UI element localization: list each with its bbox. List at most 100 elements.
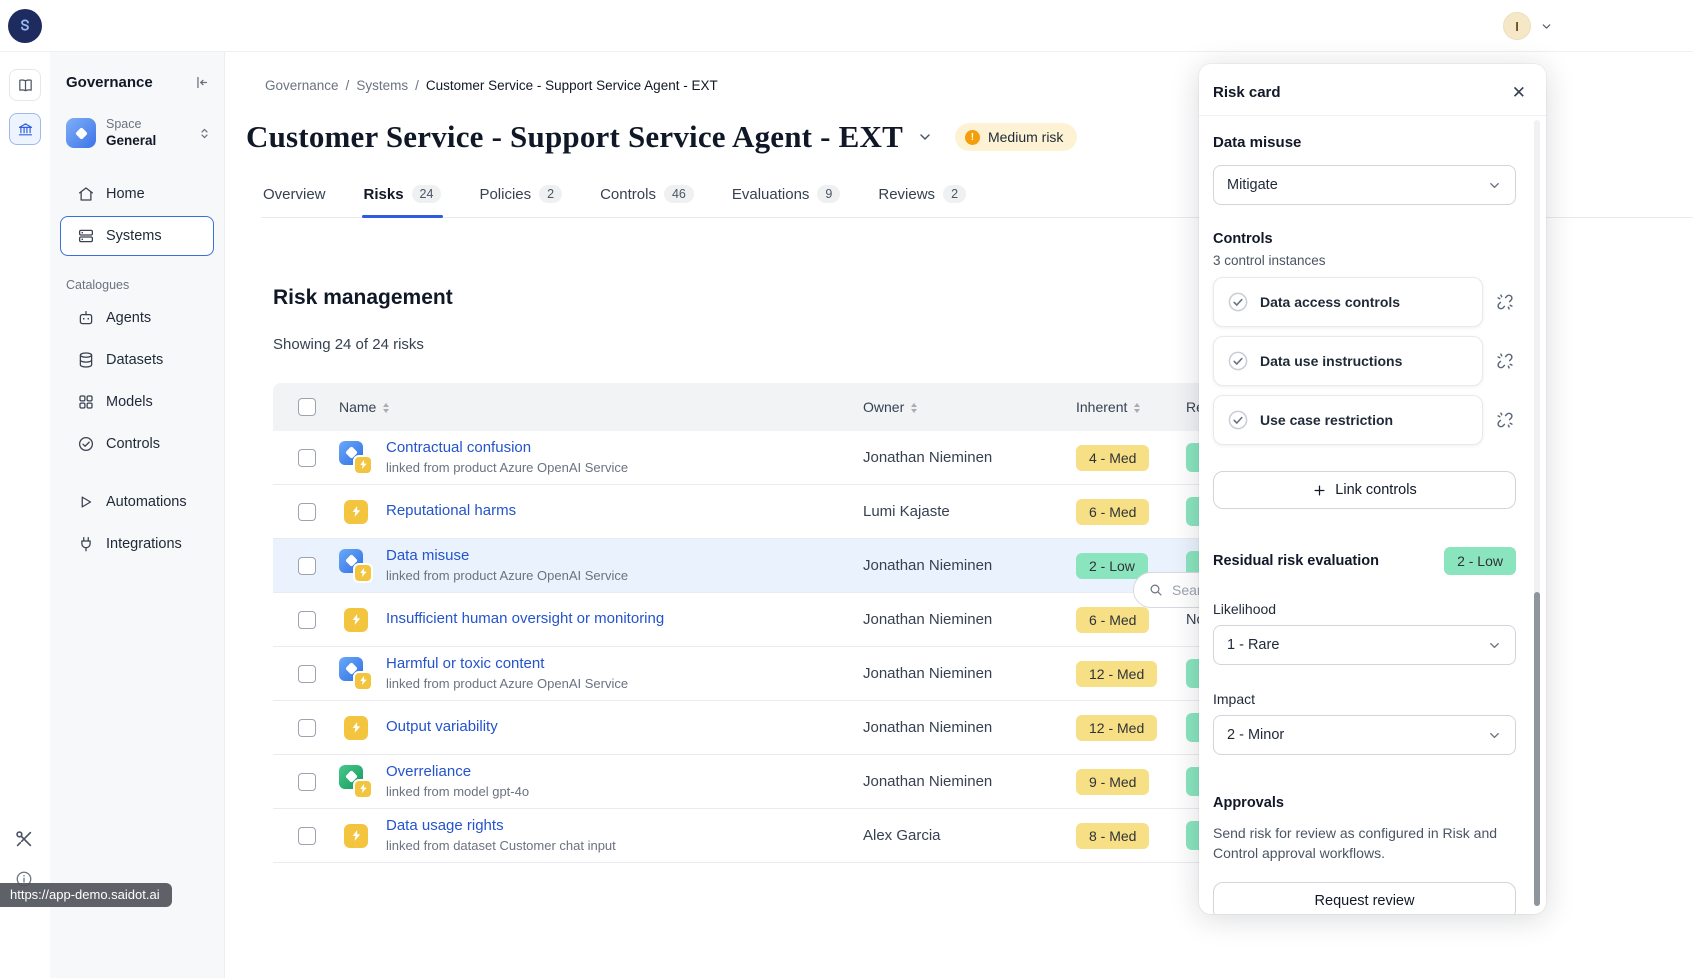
tab-evaluations[interactable]: Evaluations 9 xyxy=(730,179,843,217)
collapse-sidebar-icon[interactable] xyxy=(193,74,210,91)
sidebar-item-home[interactable]: Home xyxy=(60,174,214,214)
treatment-select[interactable]: Mitigate xyxy=(1213,165,1516,205)
risk-owner: Jonathan Nieminen xyxy=(863,719,1076,736)
link-controls-label: Link controls xyxy=(1335,482,1416,498)
sort-icon[interactable] xyxy=(1134,403,1140,413)
impact-select[interactable]: 2 - Minor xyxy=(1213,715,1516,755)
row-checkbox[interactable] xyxy=(298,665,316,683)
panel-scrollbar-thumb[interactable] xyxy=(1534,592,1540,906)
check-circle-icon xyxy=(1227,409,1249,431)
risk-owner: Jonathan Nieminen xyxy=(863,773,1076,790)
system-risk-badge-label: Medium risk xyxy=(988,129,1063,145)
sidebar-item-controls[interactable]: Controls xyxy=(60,424,214,464)
sidebar-item-datasets[interactable]: Datasets xyxy=(60,340,214,380)
user-menu-chevron-icon[interactable] xyxy=(1540,20,1553,33)
risk-icon-cluster xyxy=(339,819,373,853)
inherent-risk-badge: 6 - Med xyxy=(1076,499,1149,525)
system-risk-badge: ! Medium risk xyxy=(955,123,1077,151)
unlink-icon[interactable] xyxy=(1494,291,1516,313)
panel-scrollbar[interactable] xyxy=(1534,120,1540,906)
breadcrumb-item[interactable]: Systems xyxy=(356,78,408,93)
row-checkbox[interactable] xyxy=(298,557,316,575)
sidebar-item-automations[interactable]: Automations xyxy=(60,482,214,522)
breadcrumb-current: Customer Service - Support Service Agent… xyxy=(426,78,718,93)
unlink-icon[interactable] xyxy=(1494,350,1516,372)
risk-name-link[interactable]: Contractual confusion xyxy=(386,439,628,458)
sidebar-item-label: Agents xyxy=(106,310,151,326)
title-chevron-icon[interactable] xyxy=(917,129,933,145)
control-card[interactable]: Data access controls xyxy=(1213,277,1483,327)
tab-label: Reviews xyxy=(878,186,935,203)
risk-owner: Jonathan Nieminen xyxy=(863,557,1076,574)
sidebar-item-integrations[interactable]: Integrations xyxy=(60,524,214,564)
control-card[interactable]: Use case restriction xyxy=(1213,395,1483,445)
risk-icon-cluster xyxy=(339,441,373,475)
breadcrumb-item[interactable]: Governance xyxy=(265,78,339,93)
sidebar-item-models[interactable]: Models xyxy=(60,382,214,422)
request-review-button[interactable]: Request review xyxy=(1213,882,1516,914)
risk-bolt-icon xyxy=(353,671,373,691)
app-logo[interactable] xyxy=(8,9,42,43)
chevron-down-icon xyxy=(1487,638,1502,653)
tab-risks[interactable]: Risks 24 xyxy=(362,179,444,217)
row-checkbox[interactable] xyxy=(298,611,316,629)
inherent-risk-badge: 2 - Low xyxy=(1076,553,1148,579)
column-header-inherent[interactable]: Inherent xyxy=(1076,399,1186,415)
row-checkbox[interactable] xyxy=(298,719,316,737)
risk-name-link[interactable]: Data usage rights xyxy=(386,817,616,836)
column-header-owner[interactable]: Owner xyxy=(863,399,1076,415)
risk-bolt-icon xyxy=(353,455,373,475)
row-checkbox[interactable] xyxy=(298,773,316,791)
inherent-risk-badge: 8 - Med xyxy=(1076,823,1149,849)
library-button[interactable] xyxy=(9,69,41,101)
status-url: https://app-demo.saidot.ai xyxy=(0,883,172,907)
risk-name-link[interactable]: Data misuse xyxy=(386,547,628,566)
control-card-label: Use case restriction xyxy=(1260,412,1393,428)
unlink-icon[interactable] xyxy=(1494,409,1516,431)
tab-count-badge: 2 xyxy=(943,185,966,203)
governance-button[interactable] xyxy=(9,113,41,145)
breadcrumb-separator: / xyxy=(415,78,419,93)
risk-owner: Jonathan Nieminen xyxy=(863,665,1076,682)
risk-name-link[interactable]: Harmful or toxic content xyxy=(386,655,628,674)
likelihood-select[interactable]: 1 - Rare xyxy=(1213,625,1516,665)
control-card-label: Data use instructions xyxy=(1260,353,1402,369)
warning-icon: ! xyxy=(965,130,980,145)
risk-name-link[interactable]: Overreliance xyxy=(386,763,529,782)
tab-controls[interactable]: Controls 46 xyxy=(598,179,696,217)
column-header-name[interactable]: Name xyxy=(339,399,863,415)
risk-bolt-icon xyxy=(353,779,373,799)
select-all-checkbox[interactable] xyxy=(298,398,316,416)
check-circle-icon xyxy=(1227,291,1249,313)
control-card[interactable]: Data use instructions xyxy=(1213,336,1483,386)
sort-icon[interactable] xyxy=(383,403,389,413)
space-selector[interactable]: Space General xyxy=(66,117,212,150)
risk-icon-cluster xyxy=(339,603,373,637)
risk-linked-from: linked from dataset Customer chat input xyxy=(386,838,616,854)
treatment-value: Mitigate xyxy=(1227,177,1278,193)
risk-name-link[interactable]: Insufficient human oversight or monitori… xyxy=(386,610,664,629)
user-avatar[interactable]: I xyxy=(1503,12,1531,40)
row-checkbox[interactable] xyxy=(298,827,316,845)
sort-icon[interactable] xyxy=(911,403,917,413)
tab-reviews[interactable]: Reviews 2 xyxy=(876,179,968,217)
sidebar-item-agents[interactable]: Agents xyxy=(60,298,214,338)
likelihood-value: 1 - Rare xyxy=(1227,637,1279,653)
risk-icon-cluster xyxy=(339,495,373,529)
risk-name-link[interactable]: Reputational harms xyxy=(386,502,516,521)
tab-overview[interactable]: Overview xyxy=(261,179,328,217)
page-title: Customer Service - Support Service Agent… xyxy=(246,119,903,155)
close-icon[interactable]: ✕ xyxy=(1512,84,1526,101)
sidebar-item-label: Models xyxy=(106,394,153,410)
risk-bolt-icon xyxy=(353,563,373,583)
sidebar-item-systems[interactable]: Systems xyxy=(60,216,214,256)
tab-policies[interactable]: Policies 2 xyxy=(477,179,564,217)
risk-name-link[interactable]: Output variability xyxy=(386,718,498,737)
request-review-label: Request review xyxy=(1315,893,1415,909)
link-controls-button[interactable]: Link controls xyxy=(1213,471,1516,509)
row-checkbox[interactable] xyxy=(298,449,316,467)
row-checkbox[interactable] xyxy=(298,503,316,521)
risk-owner: Jonathan Nieminen xyxy=(863,449,1076,466)
tools-button[interactable] xyxy=(13,828,35,850)
sidebar-item-label: Datasets xyxy=(106,352,163,368)
